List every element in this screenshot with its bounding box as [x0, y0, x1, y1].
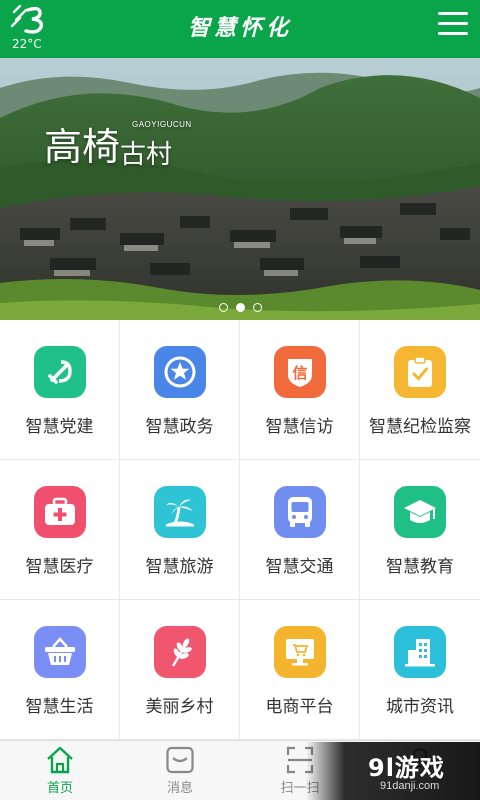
- grid-item-party-building[interactable]: 智慧党建: [0, 320, 120, 460]
- banner-image: [0, 58, 480, 320]
- carousel-indicators: [0, 303, 480, 312]
- grid-item-label: 智慧信访: [265, 417, 334, 437]
- grid-item-ecommerce[interactable]: 电商平台: [240, 600, 360, 740]
- grid-item-label: 智慧纪检监察: [369, 417, 471, 437]
- banner-title-sub: 古村: [120, 140, 173, 170]
- grid-item-label: 智慧教育: [386, 557, 454, 577]
- medical-kit-icon: [34, 486, 86, 538]
- banner-carousel[interactable]: 高椅古村 GAOYIGUCUN: [0, 58, 480, 320]
- shopping-basket-icon: [34, 626, 86, 678]
- grid-item-label: 城市资讯: [386, 697, 454, 717]
- wheat-icon: [154, 626, 206, 678]
- grid-item-label: 智慧旅游: [145, 557, 214, 577]
- star-badge-icon: [154, 346, 206, 398]
- grid-item-label: 智慧政务: [145, 417, 214, 437]
- computer-cart-icon: [274, 626, 326, 678]
- party-emblem-icon: [34, 346, 86, 398]
- banner-pinyin: GAOYIGUCUN: [132, 120, 192, 129]
- grid-item-discipline-inspection[interactable]: 智慧纪检监察: [360, 320, 480, 460]
- carousel-dot[interactable]: [218, 303, 228, 312]
- message-icon: [166, 746, 194, 774]
- grid-item-government[interactable]: 智慧政务: [120, 320, 240, 460]
- grid-item-label: 电商平台: [265, 697, 334, 717]
- grid-item-education[interactable]: 智慧教育: [360, 460, 480, 600]
- grid-item-transport[interactable]: 智慧交通: [240, 460, 360, 600]
- grid-item-label: 智慧医疗: [25, 557, 94, 577]
- petition-shield-icon: 信: [274, 346, 326, 398]
- watermark-url: 91danji.com: [380, 780, 440, 792]
- palm-island-icon: [154, 486, 206, 538]
- home-icon: [47, 746, 73, 774]
- banner-title-main: 高椅: [44, 125, 121, 169]
- watermark-logo: 9l游戏: [368, 754, 445, 782]
- banner-title: 高椅古村 GAOYIGUCUN: [44, 116, 191, 171]
- grid-item-petition[interactable]: 信 智慧信访: [240, 320, 360, 460]
- nav-messages[interactable]: 消息: [120, 741, 240, 800]
- grid-item-living[interactable]: 智慧生活: [0, 600, 120, 740]
- clipboard-check-icon: [394, 346, 446, 398]
- grid-item-label: 智慧生活: [25, 697, 94, 717]
- grid-item-label: 智慧党建: [25, 417, 94, 437]
- app-title: 智慧怀化: [187, 15, 292, 41]
- app-header: 22°C 智慧怀化: [0, 0, 480, 58]
- grid-item-label: 智慧交通: [265, 557, 334, 577]
- svg-text:信: 信: [292, 364, 307, 382]
- grid-item-city-news[interactable]: 城市资讯: [360, 600, 480, 740]
- carousel-dot-active[interactable]: [235, 303, 245, 312]
- grid-item-medical[interactable]: 智慧医疗: [0, 460, 120, 600]
- nav-label: 消息: [166, 781, 193, 796]
- graduation-cap-icon: [394, 486, 446, 538]
- service-grid: 智慧党建 智慧政务 信 智慧信访 智慧纪检监察 智慧医疗 智慧旅游 智慧交通 智…: [0, 320, 480, 740]
- hamburger-menu-icon[interactable]: [438, 12, 468, 38]
- grid-item-beautiful-village[interactable]: 美丽乡村: [120, 600, 240, 740]
- watermark-overlay: 9l游戏 91danji.com: [306, 742, 480, 800]
- bus-icon: [274, 486, 326, 538]
- nav-home[interactable]: 首页: [0, 741, 120, 800]
- carousel-dot[interactable]: [252, 303, 262, 312]
- grid-item-tourism[interactable]: 智慧旅游: [120, 460, 240, 600]
- city-buildings-icon: [394, 626, 446, 678]
- nav-label: 首页: [46, 781, 73, 796]
- grid-item-label: 美丽乡村: [145, 697, 214, 717]
